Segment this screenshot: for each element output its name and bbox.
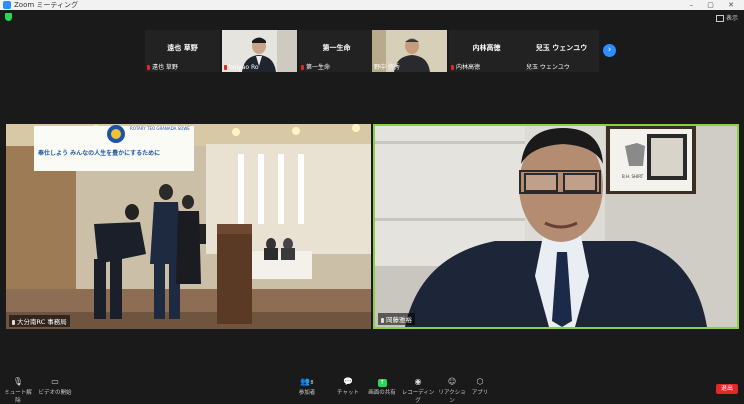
label-text: 大分南RC 事務局 — [17, 318, 67, 326]
apps-label: アプリ — [471, 390, 489, 396]
participant-caption: 遠也 草野 — [147, 62, 178, 71]
chat-label: チャット — [337, 390, 359, 396]
participant-name: 内林高徳 — [472, 44, 501, 52]
label-text: 岡藤雅裕 — [386, 316, 412, 324]
view-button[interactable]: 表示 — [715, 13, 738, 22]
participant-caption: 野中 信秀 — [374, 62, 400, 71]
leave-meeting-button[interactable]: 退出 — [716, 384, 738, 394]
record-label: レコーディング — [401, 390, 435, 404]
participants-icon: 👥8 — [300, 377, 314, 386]
participant-thumbnail[interactable]: hoiyao Ro — [222, 30, 297, 72]
participant-thumbnail[interactable]: 野中 信秀 — [372, 30, 447, 72]
video-off-icon: ▭ — [51, 377, 59, 386]
muted-mic-icon — [451, 65, 454, 70]
muted-mic-icon — [301, 65, 304, 70]
mic-icon — [12, 319, 15, 325]
start-video-label: ビデオの開始 — [38, 390, 72, 396]
banner-logo-text: ROTARY TEO GRANADA SOWE — [130, 126, 190, 131]
mic-icon — [381, 317, 384, 323]
participants-button[interactable]: 👥8 参加者 — [295, 377, 319, 396]
participant-caption: hoiyao Ro — [224, 64, 259, 71]
window-title-bar: Zoom ミーティング – ▢ ✕ — [0, 0, 744, 10]
window-title: Zoom ミーティング — [14, 1, 78, 9]
window-controls[interactable]: – ▢ ✕ — [690, 0, 740, 10]
grid-icon — [715, 15, 724, 22]
unmute-label: ミュート解除 — [4, 390, 32, 404]
security-shield-icon[interactable] — [5, 13, 12, 21]
video-tile-left[interactable]: 奉仕しよう みんなの人生を豊かにするために ROTARY TEO GRANADA… — [6, 124, 371, 329]
banner-text: 奉仕しよう みんなの人生を豊かにするために — [38, 150, 161, 157]
record-icon: ◉ — [414, 377, 422, 386]
share-screen-icon: ↑ — [377, 379, 387, 387]
mic-off-icon: 🎙 — [12, 377, 24, 386]
participant-name: 第一生命 — [322, 44, 351, 52]
participants-label: 参加者 — [298, 390, 316, 396]
view-button-label: 表示 — [725, 15, 738, 22]
speaker-video — [375, 126, 737, 327]
share-screen-button[interactable]: ↑ 画面の共有 — [366, 377, 398, 396]
start-video-button[interactable]: ▭ ビデオの開始 — [38, 377, 72, 396]
caption-text: 内林高徳 — [456, 64, 481, 71]
apps-icon: ⬡ — [476, 377, 484, 386]
participant-thumbnail[interactable]: 兒玉 ウェンユウ 兒玉 ウェンユウ — [524, 30, 599, 72]
participant-name: 兒玉 ウェンユウ — [535, 44, 588, 52]
smiley-icon: ☺ — [447, 377, 457, 386]
participant-caption: 第一生命 — [301, 62, 330, 71]
muted-mic-icon — [224, 65, 227, 70]
muted-mic-icon — [147, 65, 150, 70]
caption-text: 遠也 草野 — [152, 64, 178, 71]
participant-name: 遠也 草野 — [167, 44, 198, 52]
share-screen-label: 画面の共有 — [368, 390, 396, 396]
caption-text: 兒玉 ウェンユウ — [526, 64, 570, 71]
participant-label: 大分南RC 事務局 — [9, 315, 70, 327]
next-page-button[interactable]: › — [603, 44, 616, 57]
participant-thumbnail[interactable]: 遠也 草野 遠也 草野 — [145, 30, 220, 72]
reactions-label: リアクション — [438, 390, 466, 404]
participant-thumbnail[interactable]: 内林高徳 内林高徳 — [449, 30, 524, 72]
chat-button[interactable]: 💬 チャット — [336, 377, 360, 396]
caption-text: 第一生命 — [306, 64, 331, 71]
video-tile-active-speaker[interactable]: B.H. SHIRT 岡藤雅裕 — [373, 124, 739, 329]
participant-caption: 内林高徳 — [451, 62, 480, 71]
participants-count: 8 — [310, 380, 314, 386]
frame-caption: B.H. SHIRT — [622, 174, 644, 179]
zoom-logo-icon — [3, 1, 11, 9]
caption-text: 野中 信秀 — [374, 64, 400, 71]
participant-caption: 兒玉 ウェンユウ — [526, 62, 570, 71]
participant-thumbnail[interactable]: 第一生命 第一生命 — [299, 30, 374, 72]
chat-icon: 💬 — [343, 377, 353, 386]
apps-button[interactable]: ⬡ アプリ — [470, 377, 490, 396]
participant-label: 岡藤雅裕 — [378, 313, 415, 325]
chevron-right-icon: › — [607, 45, 612, 55]
caption-text: hoiyao Ro — [229, 64, 259, 71]
